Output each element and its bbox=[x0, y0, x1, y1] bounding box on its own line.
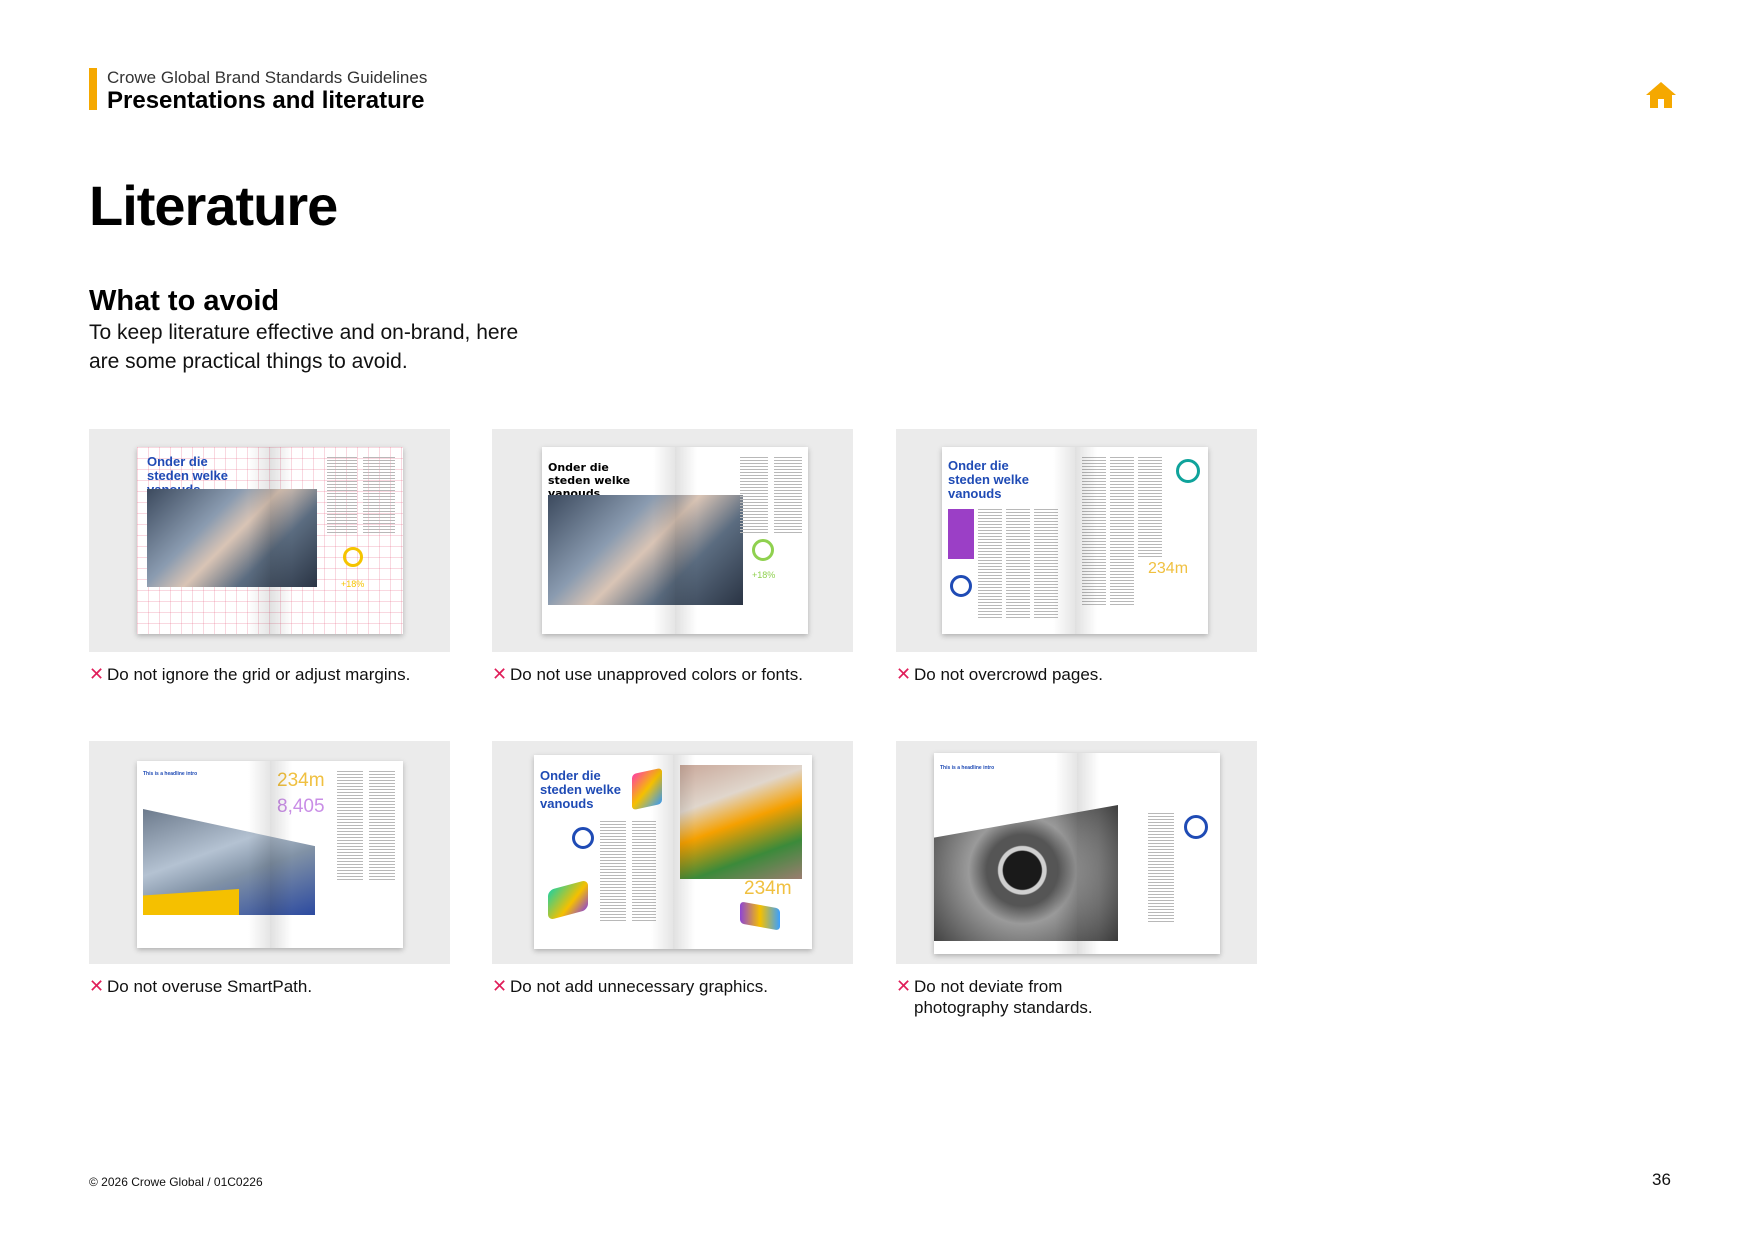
example-card-colors-fonts: Onder die steden welke vanouds +18% ✕ Do… bbox=[492, 429, 853, 685]
spread-thumbnail: Onder die steden welke vanouds 234m bbox=[896, 429, 1257, 652]
intro-line: are some practical things to avoid. bbox=[89, 350, 408, 373]
caption-line: Do not deviate from bbox=[914, 977, 1063, 996]
thumb-stat: +18% bbox=[752, 570, 776, 580]
spread-thumbnail: Onder die steden welke vanouds +18% bbox=[492, 429, 853, 652]
donut-chart-icon bbox=[950, 575, 972, 597]
spread-thumbnail: Onder die steden welke vanouds 234m bbox=[492, 741, 853, 964]
donut-chart-icon bbox=[572, 827, 594, 849]
caption-text: Do not deviate from photography standard… bbox=[914, 976, 1093, 1018]
caption: ✕ Do not overcrowd pages. bbox=[896, 664, 1257, 685]
caption: ✕ Do not use unapproved colors or fonts. bbox=[492, 664, 853, 685]
thumb-stat: 234m bbox=[744, 878, 792, 899]
example-card-graphics: Onder die steden welke vanouds 234m ✕ Do… bbox=[492, 741, 853, 997]
example-card-grid: Onder die steden welke vanouds +18% ✕ Do… bbox=[89, 429, 450, 685]
caption-text: Do not use unapproved colors or fonts. bbox=[510, 665, 803, 684]
intro-line: To keep literature effective and on-bran… bbox=[89, 321, 519, 344]
cross-icon: ✕ bbox=[492, 664, 508, 684]
caption-text: Do not overuse SmartPath. bbox=[107, 977, 313, 996]
factory-photo bbox=[548, 495, 743, 605]
thumb-stat: +18% bbox=[341, 579, 365, 589]
example-card-photography: This is a headline intro ✕ Do not deviat… bbox=[896, 741, 1257, 1018]
thumb-headline: This is a headline intro bbox=[940, 765, 995, 771]
spread-thumbnail: This is a headline intro bbox=[896, 741, 1257, 964]
caption-text: Do not overcrowd pages. bbox=[914, 665, 1103, 684]
thumb-headline: Onder die steden welke vanouds bbox=[948, 458, 1029, 501]
isometric-graphic bbox=[740, 901, 780, 931]
copyright: © 2026 Crowe Global / 01C0226 bbox=[89, 1175, 263, 1189]
thumb-headline: This is a headline intro bbox=[143, 771, 198, 777]
page-title: Literature bbox=[89, 174, 338, 237]
caption: ✕ Do not add unnecessary graphics. bbox=[492, 976, 853, 997]
cross-icon: ✕ bbox=[896, 664, 912, 684]
cross-icon: ✕ bbox=[89, 664, 105, 684]
home-icon[interactable] bbox=[1645, 80, 1677, 110]
intro-text: To keep literature effective and on-bran… bbox=[89, 318, 609, 376]
thumb-stat: 234m bbox=[1148, 560, 1189, 577]
donut-chart-icon bbox=[343, 547, 363, 567]
donut-chart-icon bbox=[1184, 815, 1208, 839]
caption: ✕ Do not deviate from photography standa… bbox=[896, 976, 1257, 1018]
guideline-title: Crowe Global Brand Standards Guidelines bbox=[107, 68, 428, 87]
donut-chart-icon bbox=[752, 539, 774, 561]
caption: ✕ Do not overuse SmartPath. bbox=[89, 976, 450, 997]
spread-thumbnail: This is a headline intro 234m 8,405 bbox=[89, 741, 450, 964]
thumb-headline: Onder die steden welke vanouds bbox=[540, 768, 621, 811]
caption-text: Do not ignore the grid or adjust margins… bbox=[107, 665, 411, 684]
highlight-box bbox=[948, 509, 974, 559]
example-card-overcrowd: Onder die steden welke vanouds 234m ✕ Do… bbox=[896, 429, 1257, 685]
spread-thumbnail: Onder die steden welke vanouds +18% bbox=[89, 429, 450, 652]
cross-icon: ✕ bbox=[492, 976, 508, 996]
caption-text: Do not add unnecessary graphics. bbox=[510, 977, 768, 996]
office-photo bbox=[680, 765, 802, 879]
caption: ✕ Do not ignore the grid or adjust margi… bbox=[89, 664, 450, 685]
section-title: Presentations and literature bbox=[107, 87, 425, 114]
page-number: 36 bbox=[1652, 1170, 1671, 1189]
donut-chart-icon bbox=[1176, 459, 1200, 483]
subheading: What to avoid bbox=[89, 285, 280, 317]
caption-line: photography standards. bbox=[914, 998, 1093, 1017]
document-header: Crowe Global Brand Standards Guidelines … bbox=[89, 68, 428, 114]
cross-icon: ✕ bbox=[896, 976, 912, 996]
example-card-smartpath: This is a headline intro 234m 8,405 ✕ Do… bbox=[89, 741, 450, 997]
isometric-graphic bbox=[548, 879, 588, 921]
cross-icon: ✕ bbox=[89, 976, 105, 996]
